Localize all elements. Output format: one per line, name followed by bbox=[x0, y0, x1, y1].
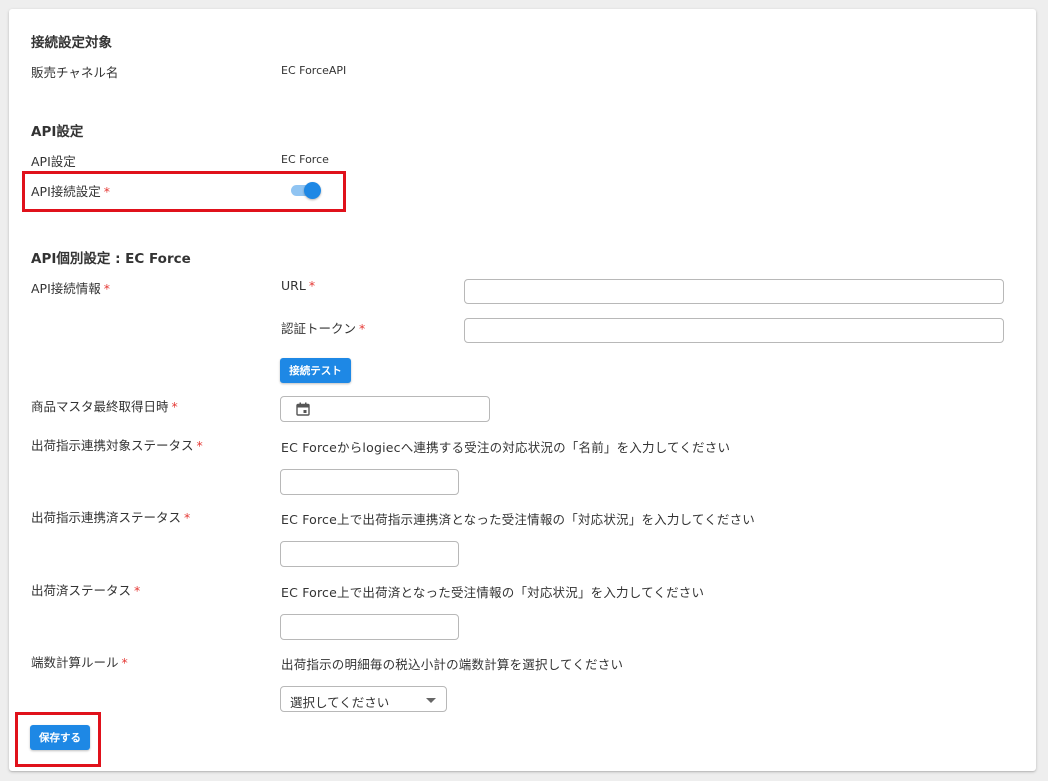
sales-channel-value: EC ForceAPI bbox=[281, 64, 347, 77]
section-title-api-settings: API設定 bbox=[31, 124, 84, 140]
shipped-status-label-text: 出荷済ステータス bbox=[31, 583, 132, 598]
required-mark: * bbox=[359, 321, 366, 336]
url-label: URL * bbox=[281, 278, 315, 293]
chevron-down-icon[interactable] bbox=[426, 698, 436, 703]
shipping-target-status-input[interactable] bbox=[280, 469, 459, 495]
required-mark: * bbox=[308, 278, 316, 293]
required-mark: * bbox=[171, 399, 178, 414]
rounding-rule-label-text: 端数計算ルール bbox=[31, 655, 119, 670]
url-label-text: URL bbox=[281, 278, 306, 293]
api-setting-value: EC Force bbox=[281, 153, 329, 166]
section-title-api-individual: API個別設定 : EC Force bbox=[31, 251, 191, 267]
shipping-target-status-label-text: 出荷指示連携対象ステータス bbox=[31, 438, 194, 453]
shipping-linked-status-hint: EC Force上で出荷指示連携済となった受注情報の「対応状況」を入力してくださ… bbox=[281, 512, 755, 527]
shipping-target-status-label: 出荷指示連携対象ステータス * bbox=[31, 435, 203, 454]
sales-channel-label: 販売チャネル名 bbox=[31, 65, 119, 80]
required-mark: * bbox=[121, 655, 128, 670]
shipping-linked-status-label: 出荷指示連携済ステータス * bbox=[31, 507, 190, 526]
api-connection-label-text: API接続設定 bbox=[31, 184, 101, 199]
rounding-rule-hint: 出荷指示の明細毎の税込小計の端数計算を選択してください bbox=[281, 657, 624, 672]
toggle-knob[interactable] bbox=[304, 182, 321, 199]
calendar-icon[interactable] bbox=[296, 402, 310, 416]
shipped-status-label: 出荷済ステータス * bbox=[31, 580, 140, 599]
save-button[interactable]: 保存する bbox=[30, 725, 90, 750]
token-label-text: 認証トークン bbox=[281, 321, 357, 336]
required-mark: * bbox=[134, 583, 141, 598]
url-input[interactable] bbox=[464, 279, 1004, 304]
token-input[interactable] bbox=[464, 318, 1004, 343]
rounding-rule-selected: 選択してください bbox=[290, 695, 390, 710]
shipped-status-input[interactable] bbox=[280, 614, 459, 640]
required-mark: * bbox=[184, 510, 191, 525]
section-title-connection-target: 接続設定対象 bbox=[31, 35, 112, 51]
product-master-label-text: 商品マスタ最終取得日時 bbox=[31, 399, 169, 414]
token-label: 認証トークン * bbox=[281, 318, 365, 337]
connection-info-label: API接続情報 * bbox=[31, 278, 110, 297]
shipped-status-hint: EC Force上で出荷済となった受注情報の「対応状況」を入力してください bbox=[281, 585, 705, 600]
shipping-linked-status-label-text: 出荷指示連携済ステータス bbox=[31, 510, 182, 525]
product-master-date-input[interactable] bbox=[280, 396, 490, 422]
connection-test-button[interactable]: 接続テスト bbox=[280, 358, 351, 383]
required-mark: * bbox=[103, 281, 111, 296]
shipping-target-status-hint: EC Forceからlogiecへ連携する受注の対応状況の「名前」を入力してくだ… bbox=[281, 440, 731, 455]
required-mark: * bbox=[196, 438, 203, 453]
api-connection-label: API接続設定 * bbox=[31, 181, 110, 200]
product-master-label: 商品マスタ最終取得日時 * bbox=[31, 396, 178, 415]
required-mark: * bbox=[103, 184, 111, 199]
rounding-rule-select[interactable]: 選択してください bbox=[280, 686, 447, 712]
shipping-linked-status-input[interactable] bbox=[280, 541, 459, 567]
rounding-rule-label: 端数計算ルール * bbox=[31, 652, 128, 671]
connection-info-label-text: API接続情報 bbox=[31, 281, 101, 296]
api-setting-label: API設定 bbox=[31, 154, 76, 169]
